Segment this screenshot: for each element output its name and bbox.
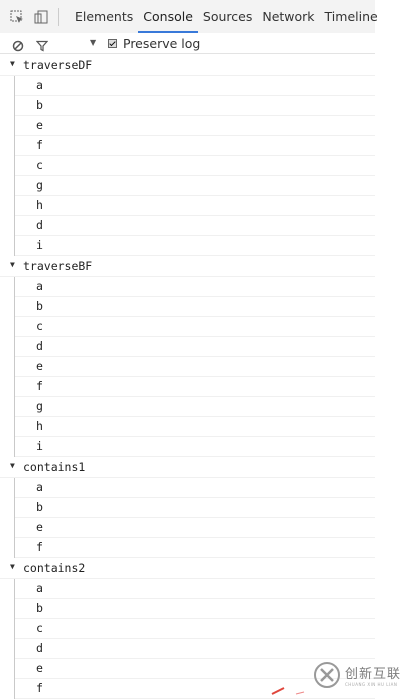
context-dropdown-arrow-icon[interactable]: ▼ (90, 34, 96, 52)
console-group-name: traverseDF (23, 58, 93, 72)
console-log-line: a (15, 478, 375, 498)
console-log-line: a (15, 277, 375, 297)
tab-elements[interactable]: Elements (70, 0, 138, 33)
devtools-toolbar: Elements Console Sources Network Timelin… (0, 0, 378, 34)
tab-timeline[interactable]: Timeline (320, 0, 383, 33)
console-group-header[interactable]: ▼ contains2 (0, 558, 375, 579)
console-log-line: b (15, 297, 375, 317)
console-log-line: f (15, 377, 375, 397)
filter-icon[interactable] (35, 37, 49, 56)
console-log-line: g (15, 397, 375, 417)
console-log-line: h (15, 196, 375, 216)
console-log-line: f (15, 538, 375, 558)
console-log-line: b (15, 498, 375, 518)
console-log-line: h (15, 417, 375, 437)
preserve-log-toggle[interactable]: Preserve log (108, 33, 200, 53)
expand-triangle-icon[interactable]: ▼ (10, 557, 15, 577)
watermark-title: 创新互联 (345, 667, 402, 682)
toolbar-divider (58, 8, 59, 26)
console-log-line: f (15, 136, 375, 156)
console-log-line: i (15, 236, 375, 256)
console-log-line: g (15, 176, 375, 196)
console-log-line: c (15, 619, 375, 639)
console-group-name: contains1 (23, 460, 86, 474)
console-group-header[interactable]: ▼ traverseDF (0, 55, 375, 76)
watermark-subtitle: CHUANG XIN HU LIAN (345, 682, 398, 687)
red-stroke-mark (271, 687, 305, 695)
console-log-line: d (15, 216, 375, 236)
preserve-log-checkbox[interactable] (108, 38, 117, 48)
expand-triangle-icon[interactable]: ▼ (10, 456, 15, 476)
tab-sources[interactable]: Sources (198, 0, 257, 33)
watermark-logo: 创新互联 CHUANG XIN HU LIAN (313, 656, 412, 694)
console-log-line: c (15, 156, 375, 176)
console-log-line: c (15, 317, 375, 337)
watermark-x-icon (314, 662, 340, 688)
panel-tabs: Elements Console Sources Network Timelin… (70, 0, 383, 33)
console-log-line: i (15, 437, 375, 457)
console-log-line: e (15, 518, 375, 538)
console-log-line: d (15, 337, 375, 357)
console-group-header[interactable]: ▼ traverseBF (0, 256, 375, 277)
console-group-name: contains2 (23, 561, 86, 575)
console-group-body: abcdefghi (14, 277, 375, 457)
console-log-line: a (15, 579, 375, 599)
inspect-icon[interactable] (10, 9, 24, 28)
console-log-line: a (15, 76, 375, 96)
console-group-body: abef (14, 478, 375, 558)
expand-triangle-icon[interactable]: ▼ (10, 54, 15, 74)
console-filter-bar: ▼ Preserve log (0, 33, 375, 54)
console-log-line: b (15, 96, 375, 116)
device-mode-icon[interactable] (34, 9, 48, 28)
console-messages: ▼ traverseDF a b e f c g h d i ▼ traverseBF a b c d e f g h i… (0, 55, 375, 699)
console-group-name: traverseBF (23, 259, 93, 273)
console-log-line: e (15, 116, 375, 136)
tab-console[interactable]: Console (138, 0, 198, 33)
expand-triangle-icon[interactable]: ▼ (10, 255, 15, 275)
console-group-header[interactable]: ▼ contains1 (0, 457, 375, 478)
tab-network[interactable]: Network (257, 0, 319, 33)
console-log-line: e (15, 357, 375, 377)
preserve-log-label: Preserve log (123, 35, 201, 51)
console-log-line: b (15, 599, 375, 619)
console-group-body: abefcghdi (14, 76, 375, 256)
